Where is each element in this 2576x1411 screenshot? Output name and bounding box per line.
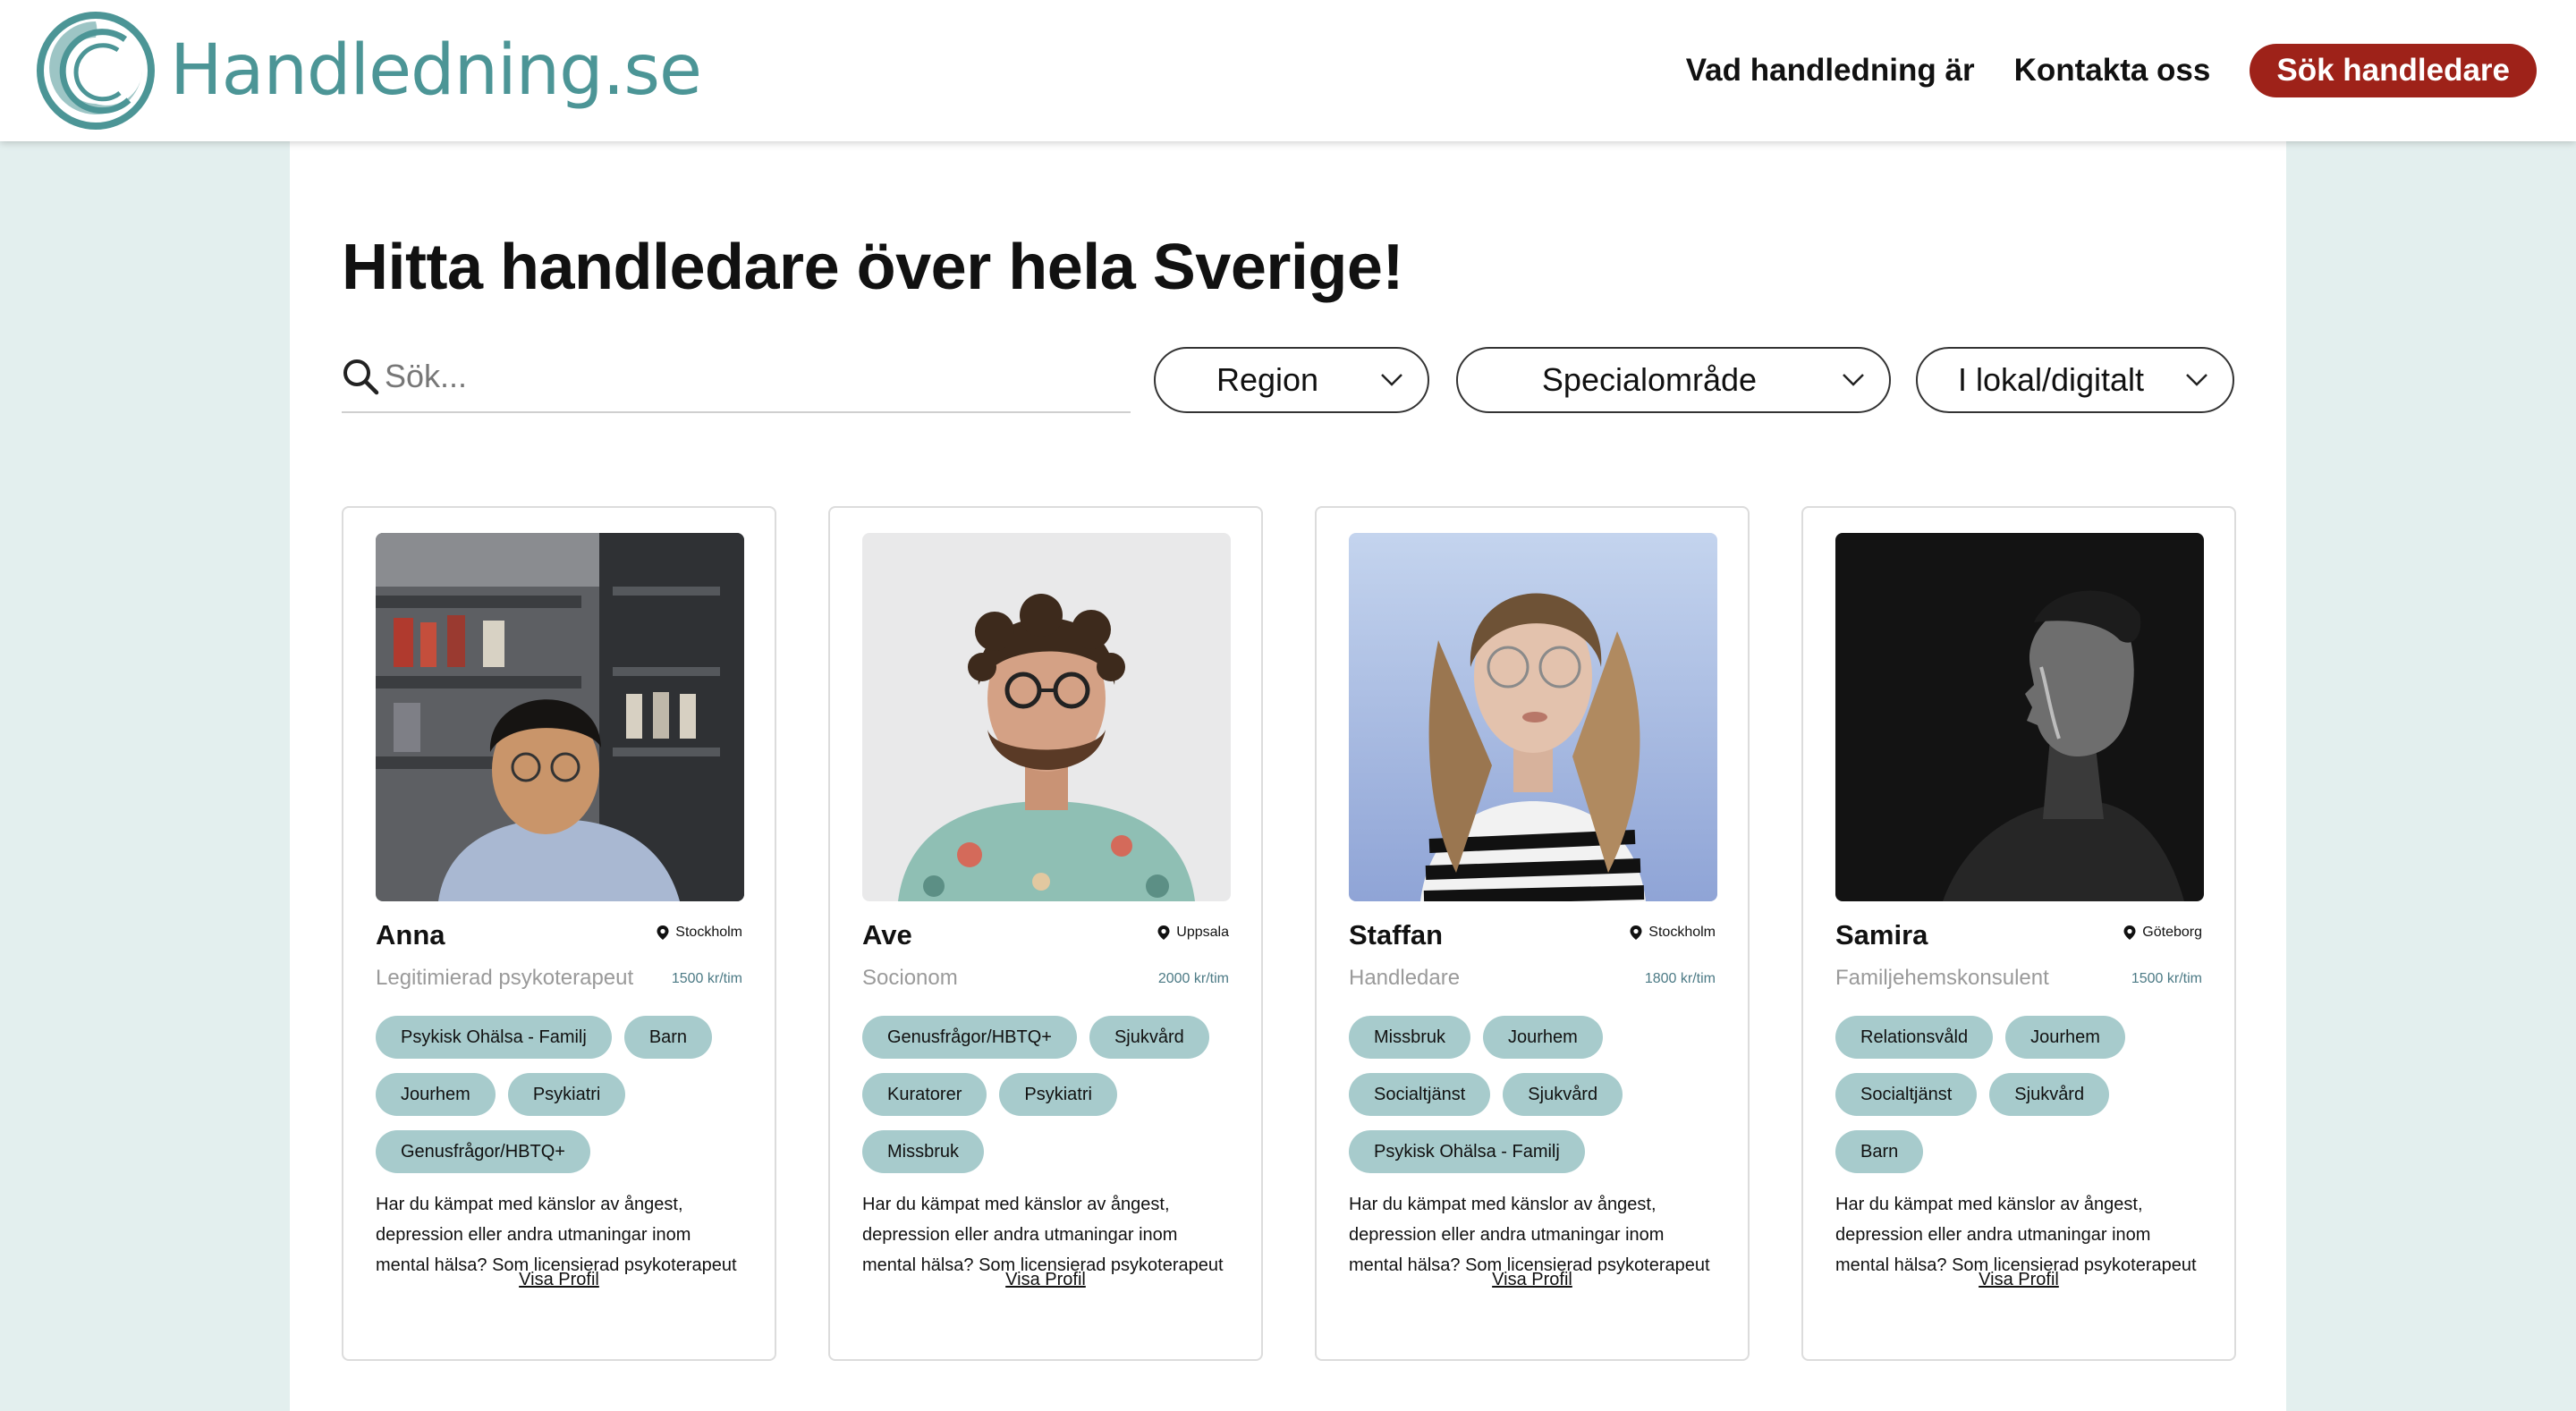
region-dropdown-label: Region xyxy=(1216,361,1319,398)
description-line: Har du kämpat med känslor av ångest, xyxy=(1349,1195,1657,1214)
chevron-down-icon xyxy=(1381,374,1402,386)
location-text: Stockholm xyxy=(675,925,742,940)
profile-name: Staffan xyxy=(1349,919,1444,951)
tag[interactable]: Jourhem xyxy=(376,1073,496,1116)
profile-name: Samira xyxy=(1835,919,1928,951)
profile-card[interactable]: Samira Göteborg Familjehemskonsulent 150… xyxy=(1801,506,2236,1361)
tag[interactable]: Psykisk Ohälsa - Familj xyxy=(376,1016,612,1059)
visa-profil-link[interactable]: Visa Profil xyxy=(1803,1270,2234,1290)
description-line: depression eller andra utmaningar inom xyxy=(376,1225,691,1245)
visa-profil-link[interactable]: Visa Profil xyxy=(343,1270,775,1290)
profile-photo[interactable] xyxy=(376,533,744,901)
tag[interactable]: Missbruk xyxy=(862,1130,985,1173)
profile-role: Familjehemskonsulent xyxy=(1835,966,2049,990)
profile-price: 1500 kr/tim xyxy=(671,971,742,986)
visa-profil-link[interactable]: Visa Profil xyxy=(1317,1270,1748,1290)
profile-description: Har du kämpat med känslor av ångest, dep… xyxy=(1349,1189,1724,1280)
map-pin-icon xyxy=(2123,925,2136,940)
site-header: Handledning.se Vad handledning är Kontak… xyxy=(0,0,2576,141)
page-title: Hitta handledare över hela Sverige! xyxy=(342,232,1403,303)
profile-photo[interactable] xyxy=(1349,533,1717,901)
tag[interactable]: Jourhem xyxy=(2005,1016,2125,1059)
location-text: Göteborg xyxy=(2142,925,2202,940)
sok-handledare-button[interactable]: Sök handledare xyxy=(2250,44,2537,97)
tag[interactable]: Relationsvåld xyxy=(1835,1016,1994,1059)
profile-description: Har du kämpat med känslor av ångest, dep… xyxy=(1835,1189,2211,1280)
description-line: depression eller andra utmaningar inom xyxy=(862,1225,1178,1245)
chevron-down-icon xyxy=(2186,374,2207,386)
location-text: Uppsala xyxy=(1176,925,1229,940)
lokal-digitalt-dropdown-label: I lokal/digitalt xyxy=(1957,361,2145,398)
tag[interactable]: Sjukvård xyxy=(1503,1073,1623,1116)
profile-card[interactable]: Ave Uppsala Socionom 2000 kr/tim Genusfr… xyxy=(828,506,1263,1361)
profile-description: Har du kämpat med känslor av ångest, dep… xyxy=(862,1189,1238,1280)
tag[interactable]: Jourhem xyxy=(1483,1016,1603,1059)
main-nav: Vad handledning är Kontakta oss Sök hand… xyxy=(1686,43,2537,98)
search-icon xyxy=(343,359,379,395)
nav-link-kontakta-oss[interactable]: Kontakta oss xyxy=(2014,53,2211,89)
tag[interactable]: Psykiatri xyxy=(507,1073,626,1116)
location: Göteborg xyxy=(2123,925,2202,941)
tag-list: Psykisk Ohälsa - Familj Barn Jourhem Psy… xyxy=(376,1016,751,1187)
profile-photo[interactable] xyxy=(1835,533,2204,901)
search-field[interactable] xyxy=(342,342,1131,413)
tag-list: Relationsvåld Jourhem Socialtjänst Sjukv… xyxy=(1835,1016,2211,1187)
profile-card[interactable]: Anna Stockholm Legitimierad psykoterapeu… xyxy=(342,506,776,1361)
location: Stockholm xyxy=(1629,925,1716,941)
profile-role: Handledare xyxy=(1349,966,1461,990)
tag[interactable]: Missbruk xyxy=(1349,1016,1471,1059)
map-pin-icon xyxy=(1630,925,1642,940)
map-pin-icon xyxy=(1157,925,1170,940)
description-line: depression eller andra utmaningar inom xyxy=(1835,1225,2151,1245)
description-line: Har du kämpat med känslor av ångest, xyxy=(376,1195,683,1214)
lokal-digitalt-dropdown[interactable]: I lokal/digitalt xyxy=(1916,347,2234,413)
tag[interactable]: Psykiatri xyxy=(999,1073,1117,1116)
nav-link-vad-handledning[interactable]: Vad handledning är xyxy=(1686,53,1975,89)
main-content: Hitta handledare över hela Sverige! Regi… xyxy=(290,141,2286,1411)
tag[interactable]: Socialtjänst xyxy=(1349,1073,1491,1116)
chevron-down-icon xyxy=(1843,374,1864,386)
profile-price: 2000 kr/tim xyxy=(1157,971,1229,986)
profile-description: Har du kämpat med känslor av ångest, dep… xyxy=(376,1189,751,1280)
logo[interactable]: Handledning.se xyxy=(36,11,702,131)
tag[interactable]: Genusfrågor/HBTQ+ xyxy=(862,1016,1077,1059)
description-line: Har du kämpat med känslor av ångest, xyxy=(1835,1195,2143,1214)
tag[interactable]: Genusfrågor/HBTQ+ xyxy=(376,1130,590,1173)
tag[interactable]: Barn xyxy=(623,1016,713,1059)
map-pin-icon xyxy=(657,925,669,940)
profile-photo[interactable] xyxy=(862,533,1231,901)
logo-icon xyxy=(37,12,155,130)
profile-name: Anna xyxy=(376,919,445,951)
profile-price: 1800 kr/tim xyxy=(1644,971,1716,986)
description-line: depression eller andra utmaningar inom xyxy=(1349,1225,1665,1245)
tag[interactable]: Sjukvård xyxy=(1989,1073,2110,1116)
tag[interactable]: Sjukvård xyxy=(1089,1016,1209,1059)
specialomrade-dropdown-label: Specialområde xyxy=(1541,361,1758,398)
visa-profil-link[interactable]: Visa Profil xyxy=(830,1270,1261,1290)
logo-text: Handledning.se xyxy=(170,30,702,111)
tag[interactable]: Barn xyxy=(1835,1130,1924,1173)
tag[interactable]: Psykisk Ohälsa - Familj xyxy=(1349,1130,1585,1173)
tag[interactable]: Socialtjänst xyxy=(1835,1073,1978,1116)
location: Stockholm xyxy=(656,925,742,941)
profile-name: Ave xyxy=(862,919,912,951)
region-dropdown[interactable]: Region xyxy=(1154,347,1429,413)
specialomrade-dropdown[interactable]: Specialområde xyxy=(1456,347,1891,413)
tag-list: Missbruk Jourhem Socialtjänst Sjukvård P… xyxy=(1349,1016,1724,1187)
profile-role: Legitimierad psykoterapeut xyxy=(376,966,634,990)
search-input[interactable] xyxy=(385,358,1100,395)
profile-role: Socionom xyxy=(862,966,958,990)
location: Uppsala xyxy=(1157,925,1229,941)
profile-price: 1500 kr/tim xyxy=(2131,971,2202,986)
profile-card[interactable]: Staffan Stockholm Handledare 1800 kr/tim… xyxy=(1315,506,1750,1361)
description-line: Har du kämpat med känslor av ångest, xyxy=(862,1195,1170,1214)
tag[interactable]: Kuratorer xyxy=(862,1073,987,1116)
tag-list: Genusfrågor/HBTQ+ Sjukvård Kuratorer Psy… xyxy=(862,1016,1238,1187)
location-text: Stockholm xyxy=(1648,925,1716,940)
